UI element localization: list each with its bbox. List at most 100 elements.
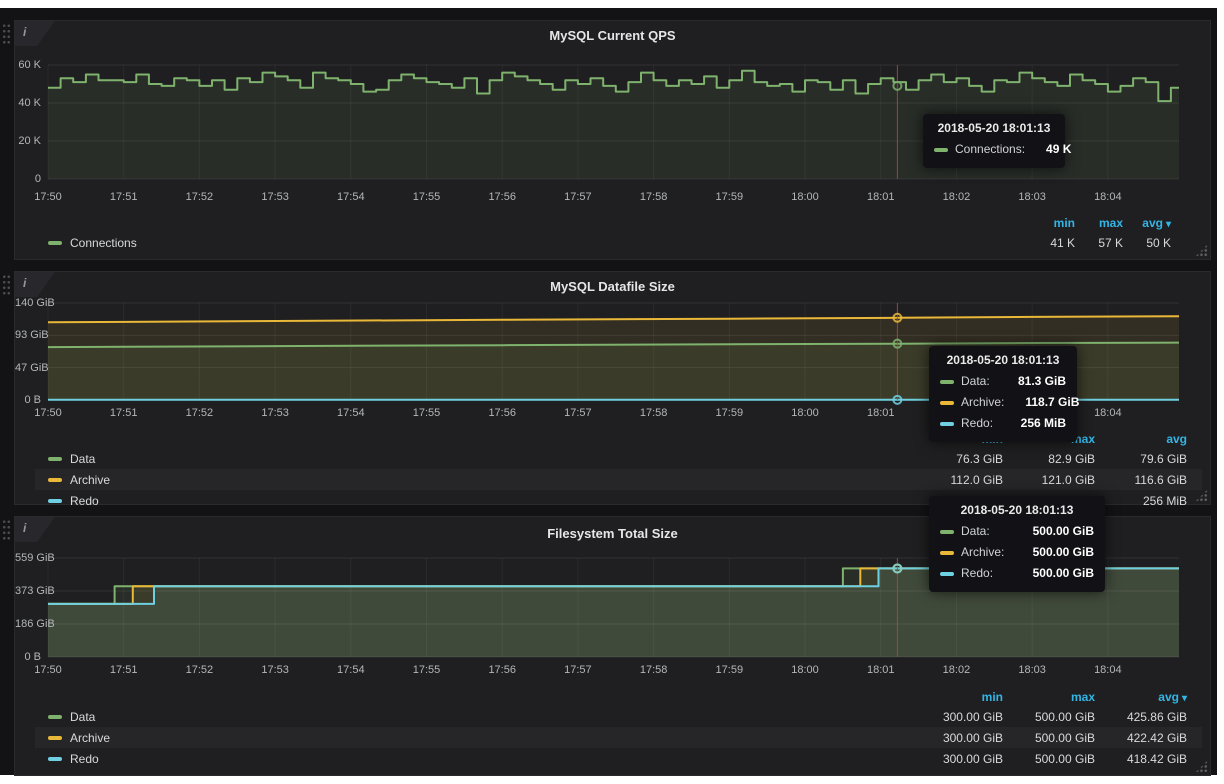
legend-stat-header-max[interactable]: max (1003, 690, 1095, 704)
y-axis-tick-label: 140 GiB (15, 297, 41, 309)
legend-stat-max-value: 121.0 GiB (1003, 473, 1095, 487)
x-axis-tick-label: 17:58 (630, 407, 678, 419)
x-axis-tick-label: 18:01 (857, 407, 905, 419)
tooltip-series-value: 256 MiB (1007, 413, 1066, 434)
y-axis-tick-label: 60 K (15, 59, 41, 71)
x-axis-tick-label: 17:57 (554, 664, 602, 676)
series-color-dash-icon (48, 478, 62, 482)
x-axis-tick-label: 18:03 (1008, 191, 1056, 203)
legend-stat-min-value: 41 K (1027, 236, 1075, 250)
legend-series-toggle-archive[interactable]: Archive (35, 731, 911, 745)
series-color-dash-icon (48, 457, 62, 461)
y-axis-tick-label: 47 GiB (15, 362, 41, 374)
legend-stat-avg-value: 425.86 GiB (1095, 710, 1187, 724)
series-color-dash-icon (48, 757, 62, 761)
x-axis-tick-label: 17:52 (175, 191, 223, 203)
x-axis-tick-label: 18:04 (1084, 407, 1132, 419)
x-axis-tick-label: 18:03 (1008, 664, 1056, 676)
legend-row-archive: Archive112.0 GiB121.0 GiB116.6 GiB (35, 469, 1202, 490)
series-color-dash-icon (48, 241, 62, 245)
series-color-dash-icon (48, 715, 62, 719)
legend-stat-header-min[interactable]: min (1027, 216, 1075, 230)
chart-tooltip: 2018-05-20 18:01:13 Data:81.3 GiBArchive… (929, 346, 1077, 442)
series-color-dash-icon (940, 422, 954, 426)
x-axis-tick-label: 17:54 (327, 191, 375, 203)
x-axis-tick-label: 17:53 (251, 664, 299, 676)
legend-series-toggle-redo[interactable]: Redo (35, 494, 911, 508)
legend-stat-avg-value: 50 K (1123, 236, 1171, 250)
x-axis-tick-label: 18:02 (932, 664, 980, 676)
x-axis-tick-label: 17:55 (403, 407, 451, 419)
legend-series-toggle-connections[interactable]: Connections (35, 236, 1027, 250)
legend-stat-header-avg[interactable]: avg▾ (1095, 690, 1187, 704)
x-axis-tick-label: 18:00 (781, 664, 829, 676)
grafana-dashboard: i MySQL Current QPS 020 K40 K60 K 17:501… (0, 8, 1217, 775)
y-axis-tick-label: 93 GiB (15, 329, 41, 341)
legend-row-redo: Redo300.00 GiB500.00 GiB418.42 GiB (35, 748, 1202, 769)
x-axis-tick-label: 17:57 (554, 407, 602, 419)
legend-stat-avg-value: 418.42 GiB (1095, 752, 1187, 766)
y-axis-tick-label: 0 (15, 173, 41, 185)
x-axis-tick-label: 17:53 (251, 191, 299, 203)
legend: minmaxavg▾Connections41 K57 K50 K (35, 214, 1202, 253)
series-color-dash-icon (934, 148, 948, 152)
y-axis-tick-label: 0 B (15, 394, 41, 406)
x-axis-tick-label: 18:01 (857, 664, 905, 676)
legend-series-label: Data (70, 452, 95, 466)
legend-stats-header-row: minmaxavg▾ (35, 214, 1202, 232)
x-axis-tick-label: 17:56 (478, 407, 526, 419)
x-axis-tick-label: 17:51 (100, 664, 148, 676)
tooltip-series-row: Archive:118.7 GiB (940, 392, 1066, 413)
x-axis-tick-label: 17:59 (705, 191, 753, 203)
legend-stat-avg-value: 79.6 GiB (1095, 452, 1187, 466)
panel-mysql-current-qps: i MySQL Current QPS 020 K40 K60 K 17:501… (14, 20, 1211, 260)
legend-row-archive: Archive300.00 GiB500.00 GiB422.42 GiB (35, 727, 1202, 748)
panel-drag-handle-icon[interactable] (2, 519, 11, 542)
legend-stat-header-avg[interactable]: avg (1095, 432, 1187, 446)
x-axis-tick-label: 17:52 (175, 664, 223, 676)
tooltip-series-name: Redo: (961, 563, 993, 584)
tooltip-series-value: 49 K (1032, 139, 1071, 160)
tooltip-series-row: Connections:49 K (934, 139, 1054, 160)
tooltip-series-value: 118.7 GiB (1011, 392, 1079, 413)
legend-series-toggle-data[interactable]: Data (35, 452, 911, 466)
x-axis-tick-label: 17:59 (705, 664, 753, 676)
legend-stat-header-max[interactable]: max (1075, 216, 1123, 230)
x-axis-tick-label: 18:01 (857, 191, 905, 203)
x-axis-tick-label: 18:04 (1084, 191, 1132, 203)
x-axis-tick-label: 17:56 (478, 664, 526, 676)
panel-mysql-datafile-size: i MySQL Datafile Size 0 B47 GiB93 GiB140… (14, 271, 1211, 505)
legend-stat-min-value: 300.00 GiB (911, 752, 1003, 766)
panel-drag-handle-icon[interactable] (2, 274, 11, 297)
legend-series-toggle-data[interactable]: Data (35, 710, 911, 724)
sort-caret-down-icon: ▾ (1182, 693, 1187, 704)
legend-series-label: Connections (70, 236, 137, 250)
y-axis-tick-label: 40 K (15, 97, 41, 109)
x-axis-tick-label: 17:56 (478, 191, 526, 203)
legend-row-data: Data300.00 GiB500.00 GiB425.86 GiB (35, 706, 1202, 727)
panel-drag-handle-icon[interactable] (2, 23, 11, 46)
legend-series-label: Archive (70, 473, 110, 487)
series-color-dash-icon (48, 736, 62, 740)
legend-row-connections: Connections41 K57 K50 K (35, 232, 1202, 253)
tooltip-series-row: Data:81.3 GiB (940, 371, 1066, 392)
tooltip-timestamp: 2018-05-20 18:01:13 (934, 121, 1054, 135)
y-axis-tick-label: 559 GiB (15, 552, 41, 564)
legend-series-toggle-redo[interactable]: Redo (35, 752, 911, 766)
x-axis-tick-label: 17:59 (705, 407, 753, 419)
legend-stat-header-min[interactable]: min (911, 690, 1003, 704)
series-color-dash-icon (940, 401, 954, 405)
legend-stat-header-avg[interactable]: avg▾ (1123, 216, 1171, 230)
x-axis-tick-label: 17:51 (100, 407, 148, 419)
y-axis-tick-label: 20 K (15, 135, 41, 147)
y-axis-tick-label: 186 GiB (15, 618, 41, 630)
y-axis-tick-label: 0 B (15, 651, 41, 663)
legend-stat-max-value: 82.9 GiB (1003, 452, 1095, 466)
legend-stat-max-value: 500.00 GiB (1003, 731, 1095, 745)
x-axis-tick-label: 17:55 (403, 191, 451, 203)
legend-series-toggle-archive[interactable]: Archive (35, 473, 911, 487)
legend-stat-max-value: 500.00 GiB (1003, 710, 1095, 724)
tooltip-series-name: Redo: (961, 413, 993, 434)
x-axis-tick-label: 17:58 (630, 664, 678, 676)
legend-stat-avg-value: 256 MiB (1095, 494, 1187, 508)
